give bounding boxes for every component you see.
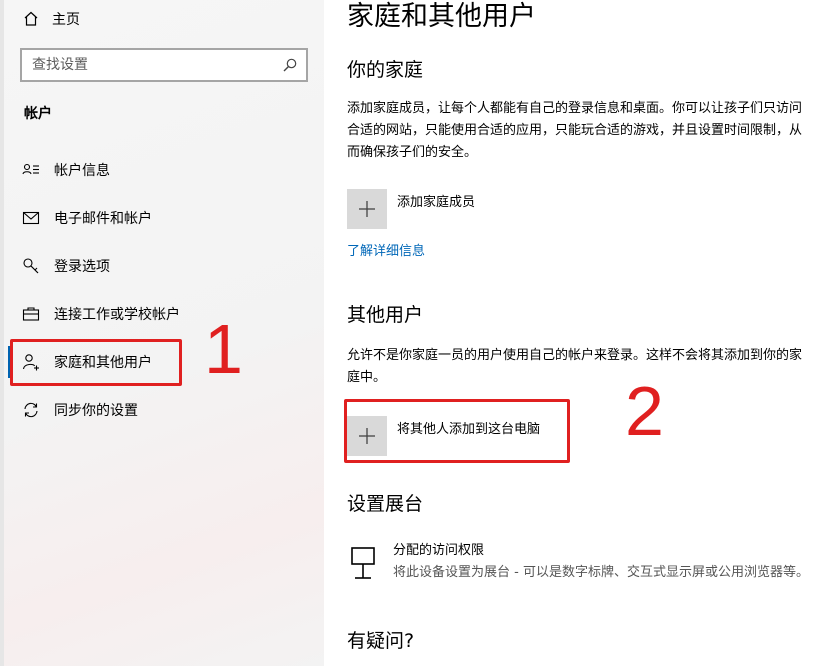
- assigned-access-link[interactable]: 分配的访问权限 将此设备设置为展台 - 可以是数字标牌、交互式显示屏或公用浏览器…: [347, 540, 817, 584]
- annotation-box-2: [344, 399, 570, 463]
- add-family-member-label: 添加家庭成员: [397, 194, 476, 210]
- key-icon: [23, 258, 39, 274]
- kiosk-icon: [351, 547, 375, 579]
- kiosk-heading: 设置展台: [347, 493, 424, 515]
- sidebar-item-label: 同步你的设置: [54, 403, 138, 419]
- section-label-accounts: 帐户: [24, 106, 52, 122]
- questions-heading: 有疑问?: [347, 630, 415, 652]
- sidebar-item-label: 连接工作或学校帐户: [54, 307, 180, 323]
- learn-more-link[interactable]: 了解详细信息: [347, 240, 425, 259]
- plus-icon: [359, 201, 375, 217]
- sidebar-item-label: 登录选项: [54, 259, 110, 275]
- other-users-heading: 其他用户: [347, 304, 424, 326]
- home-link[interactable]: 主页: [22, 8, 80, 30]
- sidebar-item-work-school[interactable]: 连接工作或学校帐户: [12, 292, 328, 336]
- plus-tile: [347, 189, 387, 229]
- search-icon[interactable]: [282, 57, 298, 73]
- assigned-access-title: 分配的访问权限: [393, 543, 485, 558]
- sidebar-item-sign-in-options[interactable]: 登录选项: [12, 244, 328, 288]
- add-family-member-button[interactable]: 添加家庭成员: [347, 189, 475, 229]
- sidebar-item-label: 电子邮件和帐户: [54, 211, 152, 227]
- sync-icon: [24, 402, 38, 418]
- home-icon: [24, 11, 38, 26]
- annotation-number-2: 2: [625, 372, 664, 450]
- family-description: 添加家庭成员，让每个人都能有自己的登录信息和桌面。你可以让孩子们只访问合适的网站…: [347, 101, 803, 160]
- home-label: 主页: [52, 12, 80, 28]
- sidebar: 主页 帐户 帐户信息 电子邮件和帐户 登录选项: [0, 0, 324, 666]
- sidebar-item-email-accounts[interactable]: 电子邮件和帐户: [12, 196, 328, 240]
- briefcase-icon: [22, 307, 40, 321]
- assigned-access-description: 将此设备设置为展台 - 可以是数字标牌、交互式显示屏或公用浏览器等。: [393, 565, 809, 580]
- search-input[interactable]: [22, 52, 282, 78]
- sidebar-item-account-info[interactable]: 帐户信息: [12, 148, 328, 192]
- mail-icon: [22, 211, 40, 225]
- person-list-icon: [22, 163, 39, 175]
- annotation-number-1: 1: [204, 310, 243, 388]
- page-title: 家庭和其他用户: [347, 1, 536, 32]
- other-users-description: 允许不是你家庭一员的用户使用自己的帐户来登录。这样不会将其添加到你的家庭中。: [347, 348, 803, 385]
- sidebar-item-sync-settings[interactable]: 同步你的设置: [12, 388, 328, 432]
- sidebar-item-label: 帐户信息: [54, 163, 110, 179]
- main-content: 家庭和其他用户 你的家庭 添加家庭成员，让每个人都能有自己的登录信息和桌面。你可…: [324, 0, 836, 666]
- annotation-box-1: [10, 339, 182, 386]
- family-heading: 你的家庭: [347, 59, 424, 81]
- search-box[interactable]: [20, 48, 308, 82]
